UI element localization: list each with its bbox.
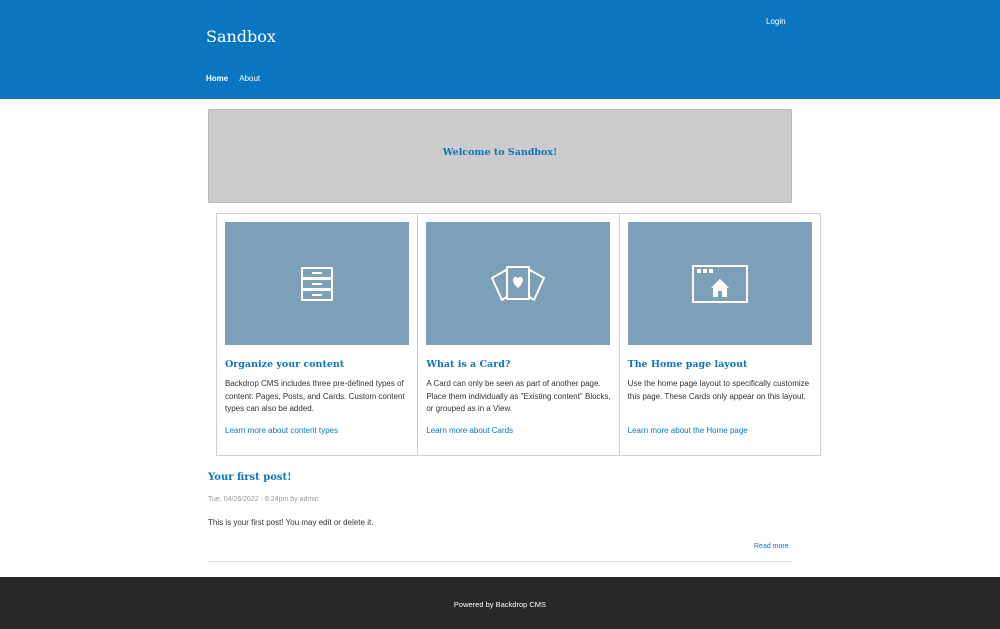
card-title[interactable]: What is a Card?: [426, 359, 510, 370]
card-link-cards[interactable]: Learn more about Cards: [426, 426, 513, 435]
card-organize-content: Organize your content Backdrop CMS inclu…: [217, 214, 419, 455]
post-body: This is your first post! You may edit or…: [208, 518, 374, 527]
footer-powered-by: Powered by: [453, 600, 494, 609]
read-more-link[interactable]: Read more: [754, 543, 789, 550]
site-name-link[interactable]: Sandbox: [206, 27, 276, 46]
cards-heart-icon: [491, 265, 546, 301]
post-title[interactable]: Your first post!: [208, 472, 292, 483]
card-image: [426, 222, 611, 345]
footer-text: Powered by Backdrop CMS: [0, 600, 1000, 609]
post-date: Tue, 04/26/2022 - 6:24pm: [208, 496, 289, 503]
card-image: [225, 222, 409, 345]
nav-item-home[interactable]: Home: [206, 74, 228, 83]
nav-item-about[interactable]: About: [239, 74, 260, 83]
browser-home-icon: [691, 264, 748, 303]
hero-title: Welcome to Sandbox!: [442, 147, 558, 158]
card-what-is-card: What is a Card? A Card can only be seen …: [418, 214, 620, 455]
card-link-home-page[interactable]: Learn more about the Home page: [628, 426, 748, 435]
card-body: Backdrop CMS includes three pre-defined …: [225, 379, 405, 413]
main-navigation: Home About: [206, 74, 260, 83]
footer-backdrop-link[interactable]: Backdrop CMS: [496, 600, 546, 609]
post-author-link[interactable]: admin: [300, 496, 319, 503]
card-link-content-types[interactable]: Learn more about content types: [225, 426, 338, 435]
login-link[interactable]: Login: [766, 17, 786, 26]
post-by: by: [290, 496, 298, 503]
card-title[interactable]: Organize your content: [225, 359, 344, 370]
card-body: Use the home page layout to specifically…: [627, 379, 810, 401]
post-meta: Tue, 04/26/2022 - 6:24pm by admin: [208, 496, 319, 503]
filing-cabinet-icon: [301, 266, 333, 301]
card-title[interactable]: The Home page layout: [628, 359, 748, 370]
card-image: [627, 222, 812, 345]
cards-row: Organize your content Backdrop CMS inclu…: [216, 213, 821, 456]
site-header: Sandbox Login Home About: [0, 0, 1000, 99]
hero-banner: Welcome to Sandbox!: [208, 109, 792, 203]
site-footer: Powered by Backdrop CMS: [0, 577, 1000, 629]
card-home-layout: The Home page layout Use the home page l…: [620, 214, 820, 455]
post-divider: [208, 561, 792, 562]
card-body: A Card can only be seen as part of anoth…: [426, 379, 611, 413]
